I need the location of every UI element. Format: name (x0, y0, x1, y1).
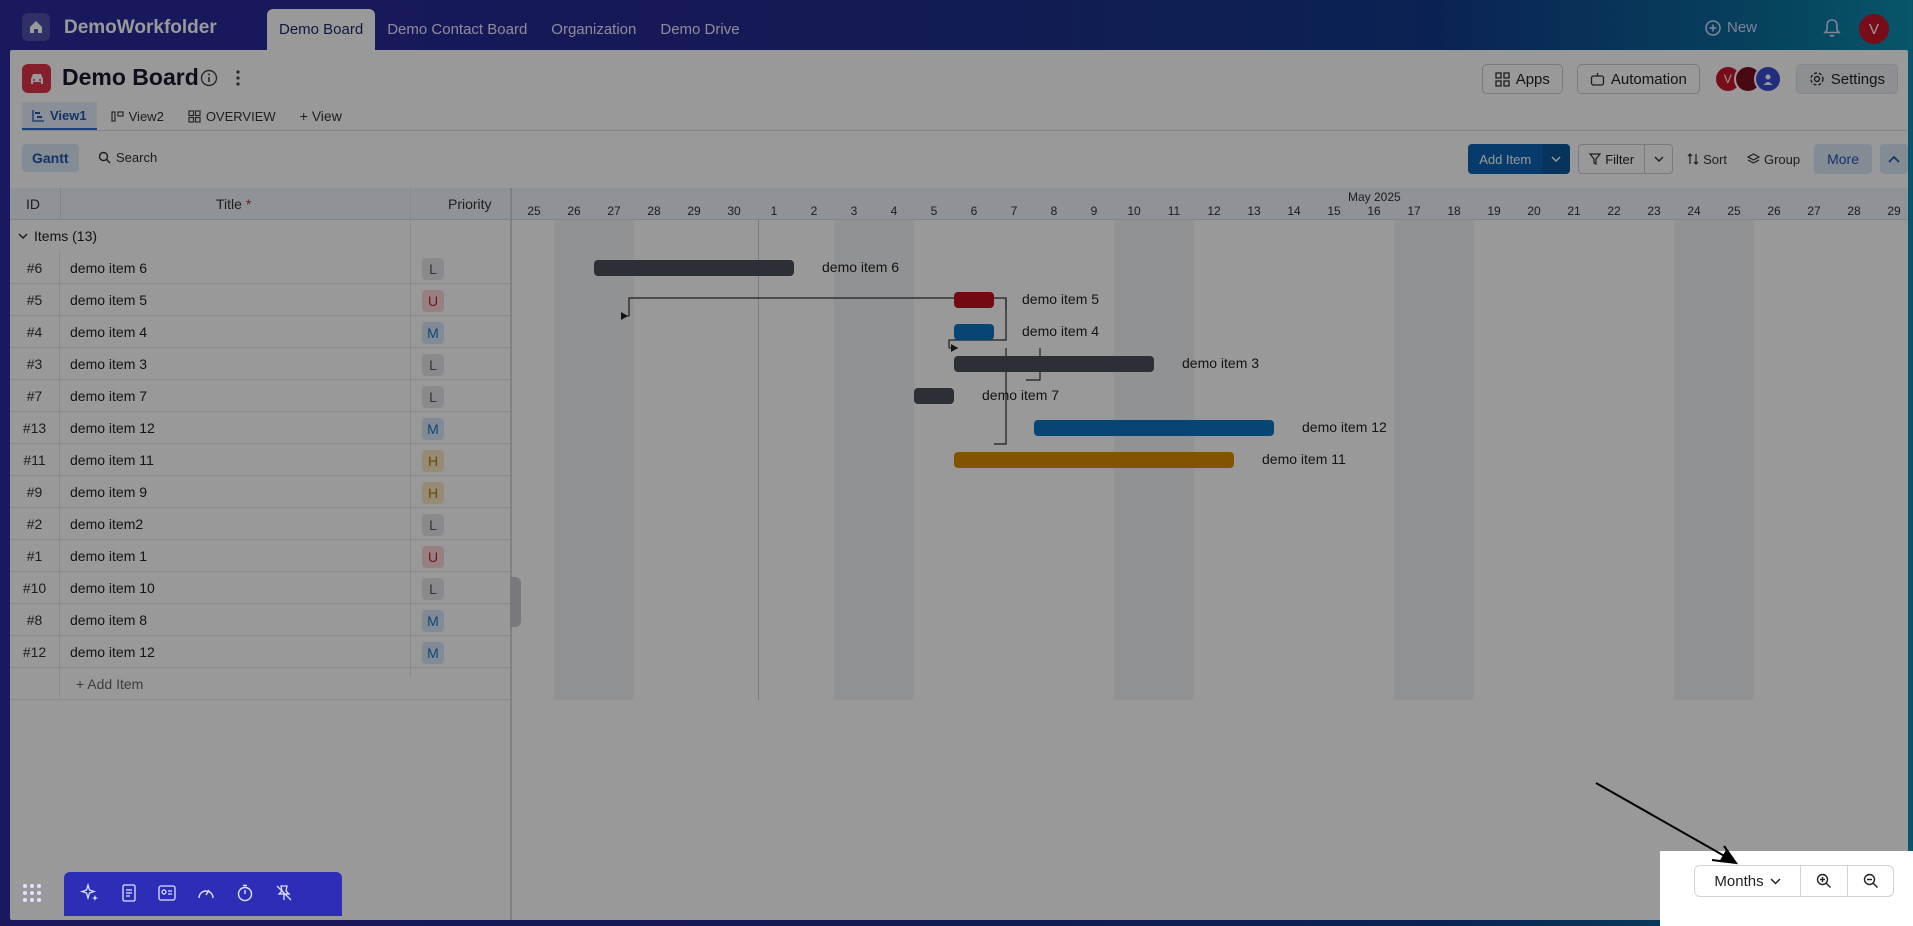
annotation-arrow (1595, 782, 1739, 865)
